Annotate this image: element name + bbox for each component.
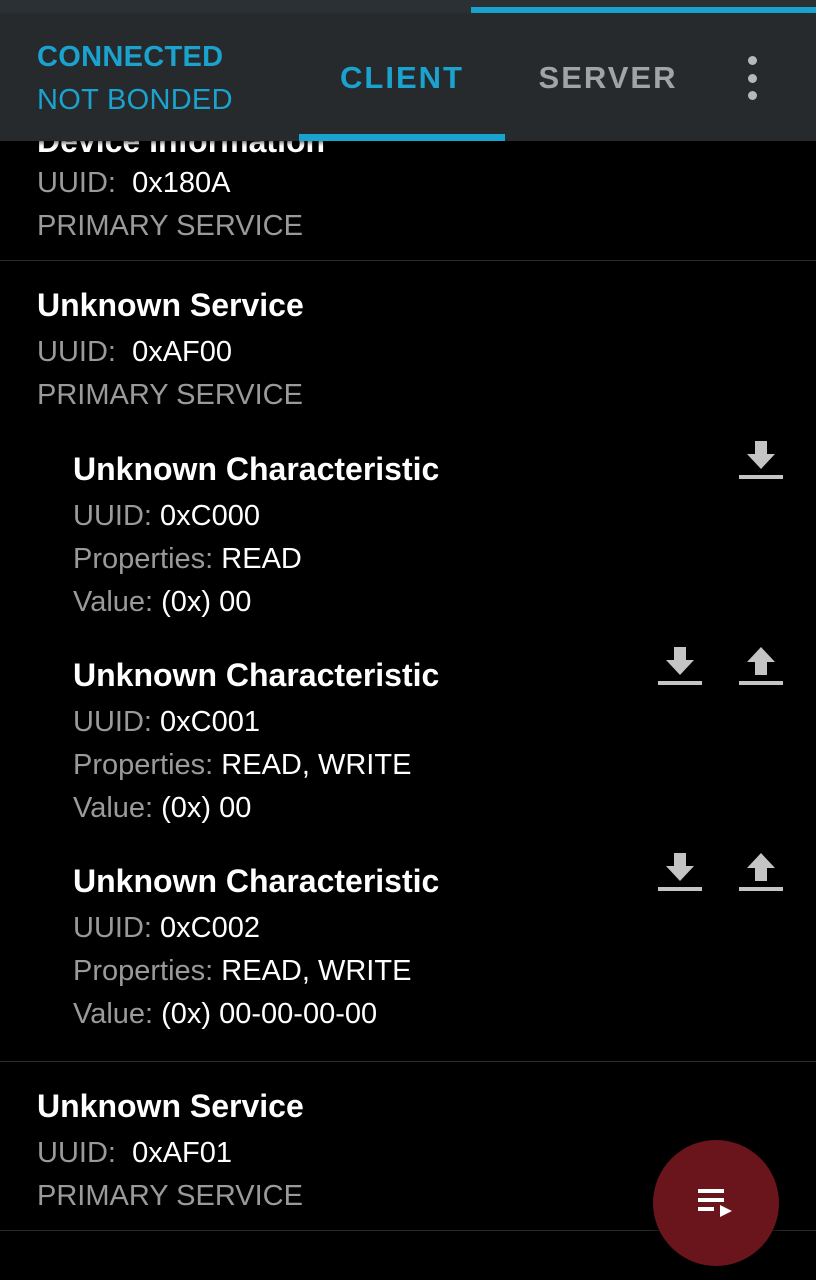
- properties-label: Properties:: [73, 955, 214, 987]
- uuid-label: UUID:: [73, 500, 152, 532]
- properties-label: Properties:: [73, 749, 214, 781]
- properties-label: Properties:: [73, 543, 214, 575]
- uuid-value: 0xAF01: [132, 1137, 233, 1169]
- upload-icon-graphic: [739, 853, 783, 891]
- download-icon[interactable]: [655, 851, 705, 897]
- characteristic-properties-row: Properties: READ, WRITE: [73, 749, 411, 782]
- value-text: (0x) 00-00-00-00: [161, 998, 378, 1030]
- upload-icon[interactable]: [736, 851, 786, 897]
- download-icon[interactable]: [736, 439, 786, 485]
- characteristic-uuid-row: UUID: 0xC001: [73, 706, 260, 739]
- app-bar: CONNECTED NOT BONDED CLIENT SERVER: [0, 14, 816, 141]
- service-uuid-row: UUID: 0xAF00: [37, 336, 232, 369]
- bond-status: NOT BONDED: [37, 84, 233, 116]
- uuid-label: UUID:: [37, 167, 116, 199]
- service-title[interactable]: Unknown Service: [37, 287, 304, 324]
- divider: [0, 260, 816, 261]
- service-title[interactable]: Unknown Service: [37, 1088, 304, 1125]
- service-title: Device Information: [37, 141, 326, 159]
- characteristic-title[interactable]: Unknown Characteristic: [73, 451, 439, 488]
- uuid-label: UUID:: [73, 706, 152, 738]
- characteristic-value-row: Value: (0x) 00: [73, 586, 251, 619]
- tab-client[interactable]: CLIENT: [299, 14, 505, 141]
- value-label: Value:: [73, 792, 154, 824]
- log-fab-button[interactable]: [653, 1140, 779, 1266]
- service-list[interactable]: Device Information UUID: 0x180A PRIMARY …: [0, 141, 816, 1280]
- overflow-dot: [747, 91, 757, 100]
- properties-value: READ: [221, 543, 302, 575]
- connection-status: CONNECTED: [37, 41, 224, 73]
- divider: [0, 1061, 816, 1062]
- service-type: PRIMARY SERVICE: [37, 210, 303, 242]
- characteristic-uuid-row: UUID: 0xC002: [73, 912, 260, 945]
- value-text: (0x) 00: [161, 792, 252, 824]
- service-type: PRIMARY SERVICE: [37, 379, 303, 411]
- characteristic-value-row: Value: (0x) 00-00-00-00: [73, 998, 377, 1031]
- connection-progress-bar: [471, 7, 816, 13]
- tab-server[interactable]: SERVER: [505, 14, 711, 141]
- characteristic-title[interactable]: Unknown Characteristic: [73, 863, 439, 900]
- service-uuid-row: UUID: 0xAF01: [37, 1137, 232, 1170]
- uuid-label: UUID:: [37, 336, 116, 368]
- playlist-play-icon: [698, 1189, 732, 1217]
- uuid-label: UUID:: [73, 912, 152, 944]
- download-icon[interactable]: [655, 645, 705, 691]
- uuid-value: 0xC000: [160, 500, 260, 532]
- upload-icon[interactable]: [736, 645, 786, 691]
- uuid-value: 0xAF00: [132, 336, 233, 368]
- properties-value: READ, WRITE: [221, 749, 412, 781]
- value-label: Value:: [73, 586, 154, 618]
- value-label: Value:: [73, 998, 154, 1030]
- characteristic-title[interactable]: Unknown Characteristic: [73, 657, 439, 694]
- service-type: PRIMARY SERVICE: [37, 1180, 303, 1212]
- characteristic-properties-row: Properties: READ: [73, 543, 302, 576]
- properties-value: READ, WRITE: [221, 955, 412, 987]
- uuid-label: UUID:: [37, 1137, 116, 1169]
- app-screen: CONNECTED NOT BONDED CLIENT SERVER Devic…: [0, 0, 816, 1280]
- overflow-dot: [747, 73, 757, 83]
- more-vert-icon[interactable]: [728, 50, 776, 106]
- value-text: (0x) 00: [161, 586, 252, 618]
- overflow-dot: [747, 56, 757, 65]
- uuid-value: 0xC001: [160, 706, 260, 738]
- uuid-value: 0x180A: [132, 167, 231, 199]
- characteristic-value-row: Value: (0x) 00: [73, 792, 251, 825]
- characteristic-properties-row: Properties: READ, WRITE: [73, 955, 411, 988]
- tab-indicator: [299, 134, 505, 141]
- uuid-value: 0xC002: [160, 912, 260, 944]
- download-icon-graphic: [658, 853, 702, 891]
- characteristic-uuid-row: UUID: 0xC000: [73, 500, 260, 533]
- upload-icon-graphic: [739, 647, 783, 685]
- download-icon-graphic: [739, 441, 783, 479]
- download-icon-graphic: [658, 647, 702, 685]
- service-uuid-row: UUID: 0x180A: [37, 167, 230, 200]
